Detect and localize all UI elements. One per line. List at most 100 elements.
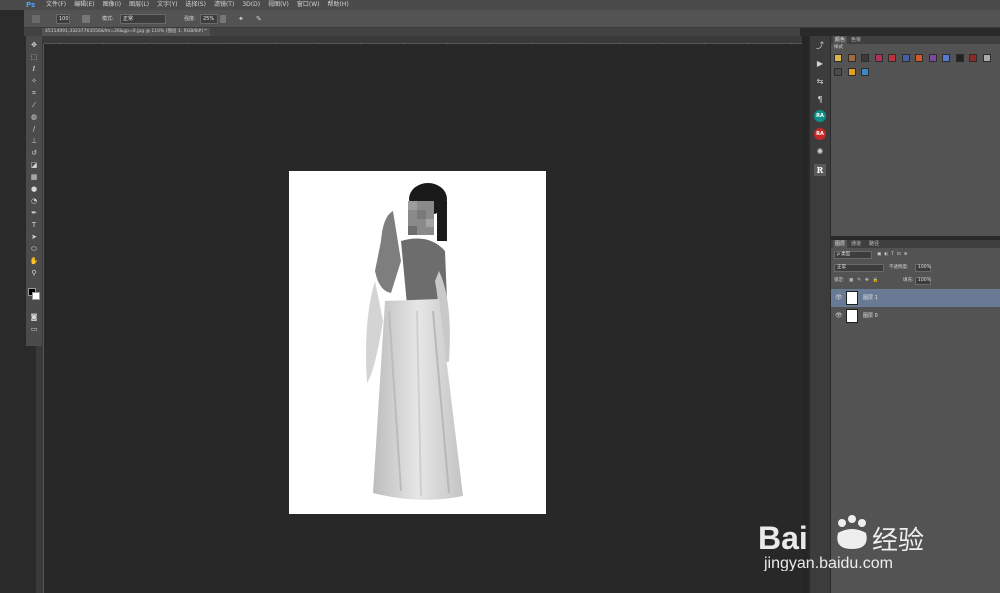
background-color-swatch[interactable]: [32, 292, 40, 300]
pen-tool-icon[interactable]: ✒: [29, 208, 39, 218]
blend-mode-select[interactable]: 正常: [834, 264, 884, 272]
layer-name: 图层 0: [863, 313, 878, 319]
tab-channels[interactable]: 通道: [851, 240, 861, 248]
menu-item[interactable]: 滤镜(T): [214, 0, 234, 10]
lock-icons[interactable]: ▩✎✥🔒: [849, 277, 882, 285]
collapsed-panel-strip: ⤴ ▶ ⇆ ¶ RA RA ✺ R: [810, 36, 830, 593]
menu-item[interactable]: 图像(I): [103, 0, 121, 10]
history-icon[interactable]: ⤴: [814, 40, 826, 52]
layer-row-0[interactable]: 👁 图层 0: [831, 307, 1000, 325]
type-tool-icon[interactable]: T: [29, 220, 39, 230]
eraser-tool-icon[interactable]: ◪: [29, 160, 39, 170]
eyedropper-tool-icon[interactable]: ⁄: [29, 100, 39, 110]
strength-dropdown-icon[interactable]: [220, 15, 226, 23]
clone-stamp-tool-icon[interactable]: ⊥: [29, 136, 39, 146]
healing-brush-tool-icon[interactable]: ◍: [29, 112, 39, 122]
path-select-tool-icon[interactable]: ➤: [29, 232, 39, 242]
visibility-eye-icon[interactable]: 👁: [835, 289, 843, 307]
marquee-tool-icon[interactable]: ⬚: [29, 52, 39, 62]
styles-label: 样式: [834, 45, 843, 50]
style-swatch[interactable]: [888, 54, 896, 62]
history-brush-tool-icon[interactable]: ↺: [29, 148, 39, 158]
menu-item[interactable]: 窗口(W): [297, 0, 320, 10]
gradient-tool-icon[interactable]: ▦: [29, 172, 39, 182]
style-swatch[interactable]: [861, 68, 869, 76]
strength-input[interactable]: 25%: [200, 14, 218, 24]
style-swatch[interactable]: [847, 68, 856, 76]
style-swatch[interactable]: [834, 68, 842, 76]
menu-item[interactable]: 图层(L): [129, 0, 149, 10]
baidu-jingyan-watermark: Bai 经验 jingyan.baidu.com: [758, 511, 958, 572]
tab-paths[interactable]: 路径: [869, 240, 879, 248]
quick-select-tool-icon[interactable]: ✧: [29, 76, 39, 86]
style-swatch[interactable]: [874, 54, 883, 62]
layer-filter-select[interactable]: ρ 类型: [834, 251, 872, 259]
document-canvas[interactable]: [289, 171, 546, 514]
screen-mode-icon[interactable]: ▭: [29, 324, 39, 334]
style-swatch[interactable]: [847, 54, 856, 62]
lock-label: 锁定:: [834, 278, 845, 283]
sample-all-layers-icon[interactable]: ✦: [238, 15, 246, 23]
layer-row-1[interactable]: 👁 图层 1: [831, 289, 1000, 307]
menu-item[interactable]: 文字(Y): [157, 0, 177, 10]
shape-tool-icon[interactable]: ⬭: [29, 244, 39, 254]
dodge-tool-icon[interactable]: ◔: [29, 196, 39, 206]
menu-item[interactable]: 文件(F): [46, 0, 66, 10]
watermark-brand: Bai: [758, 520, 808, 556]
crop-tool-icon[interactable]: ⌗: [29, 88, 39, 98]
style-swatch[interactable]: [861, 54, 869, 62]
menu-item[interactable]: 3D(D): [242, 0, 260, 10]
menu-item[interactable]: 视图(V): [268, 0, 289, 10]
style-swatch[interactable]: [982, 54, 991, 62]
menu-item[interactable]: 帮助(H): [328, 0, 349, 10]
mode-select[interactable]: 正常: [120, 14, 166, 24]
paragraph-icon[interactable]: ¶: [814, 94, 826, 106]
brush-size-picker[interactable]: 100: [56, 14, 70, 24]
actions-play-icon[interactable]: ▶: [814, 58, 826, 70]
layer-thumbnail: [846, 291, 858, 305]
pressure-brush-icon[interactable]: ✎: [256, 15, 264, 23]
tab-swatches[interactable]: 色板: [851, 36, 861, 44]
document-tab[interactable]: 45114091,33237763556&fm=26&gp=0.jpg @ 11…: [42, 28, 210, 36]
tab-layers[interactable]: 图层: [833, 240, 848, 248]
style-swatch[interactable]: [901, 54, 910, 62]
style-swatch[interactable]: [928, 54, 937, 62]
opacity-input[interactable]: 100%: [915, 264, 931, 272]
style-swatch[interactable]: [955, 54, 964, 62]
ra-plugin-2-icon[interactable]: RA: [814, 128, 826, 140]
hand-tool-icon[interactable]: ✋: [29, 256, 39, 266]
menu-bar: Ps 文件(F) 编辑(E) 图像(I) 图层(L) 文字(Y) 选择(S) 滤镜(T) 3D…: [0, 0, 1000, 10]
ra-plugin-icon[interactable]: RA: [814, 110, 826, 122]
adjust-icon[interactable]: ⇆: [814, 76, 826, 88]
tab-color[interactable]: 颜色: [833, 36, 848, 44]
visibility-eye-icon[interactable]: 👁: [835, 307, 843, 325]
opacity-label: 不透明度:: [889, 265, 909, 270]
style-swatch[interactable]: [915, 54, 923, 62]
lasso-tool-icon[interactable]: ℓ: [29, 64, 39, 74]
dodge-tool-icon[interactable]: [32, 15, 40, 23]
menu-item[interactable]: 编辑(E): [74, 0, 94, 10]
style-swatch[interactable]: [942, 54, 950, 62]
layer-filter-icons[interactable]: ▣◐T⊡⊕: [877, 251, 910, 259]
brush-tool-icon[interactable]: ∕: [29, 124, 39, 134]
canvas-scrollbar[interactable]: [802, 36, 808, 593]
r-plugin-icon[interactable]: R: [814, 164, 826, 176]
style-swatch[interactable]: [834, 54, 842, 62]
brush-panel-icon[interactable]: [82, 15, 90, 23]
gear-icon[interactable]: ✺: [814, 146, 826, 158]
styles-panel-tabs: 颜色 色板: [831, 36, 1000, 44]
mode-label: 模式:: [102, 16, 114, 22]
fill-input[interactable]: 100%: [915, 277, 931, 285]
document-tab-bar: 45114091,33237763556&fm=26&gp=0.jpg @ 11…: [24, 28, 800, 36]
ps-logo: Ps: [26, 1, 36, 9]
menu-item[interactable]: 选择(S): [185, 0, 206, 10]
fill-label: 填充:: [903, 278, 914, 283]
move-tool-icon[interactable]: ✥: [29, 40, 39, 50]
quick-mask-icon[interactable]: ◙: [29, 312, 39, 322]
menu-items: 文件(F) 编辑(E) 图像(I) 图层(L) 文字(Y) 选择(S) 滤镜(T) 3D(D)…: [46, 0, 349, 10]
watermark-brand-cn: 经验: [872, 526, 924, 556]
zoom-tool-icon[interactable]: ⚲: [29, 268, 39, 278]
style-swatch[interactable]: [969, 54, 977, 62]
blur-tool-icon[interactable]: ●: [29, 184, 39, 194]
options-bar: 100 模式: 正常 强度: 25% ✦ ✎: [24, 10, 1000, 28]
